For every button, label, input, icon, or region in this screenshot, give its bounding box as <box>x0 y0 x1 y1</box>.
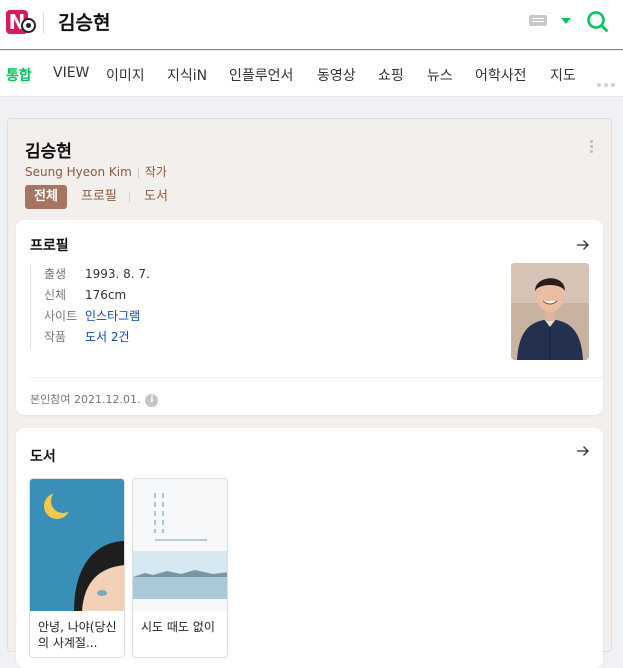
profile-card-title[interactable]: 프로필 <box>30 235 69 255</box>
book-title: 안녕, 나야(당신의 사계절... <box>38 620 117 650</box>
soccer-ball-icon <box>21 18 36 33</box>
book-title: 시도 때도 없이 <box>141 620 215 634</box>
arrow-right-icon[interactable] <box>576 238 590 252</box>
owner-participation-text: 본인참여 2021.12.01. <box>30 393 141 406</box>
books-card: 도서 안녕, 나야(당신의 사계절... 시도 때도 없이 <box>16 428 603 668</box>
profile-card: 프로필 출생 1993. 8. 7. 신체 176cm 사이트 인스타그램 작품 도서 … <box>16 220 603 415</box>
profile-info-list: 출생 1993. 8. 7. 신체 176cm 사이트 인스타그램 작품 도서 2건 <box>30 265 150 349</box>
info-row-site: 사이트 인스타그램 <box>44 307 150 328</box>
book-cover <box>30 479 124 611</box>
header-divider <box>43 12 44 34</box>
info-row-body: 신체 176cm <box>44 286 150 307</box>
info-value: 176cm <box>85 288 127 302</box>
person-subtitle: Seung Hyeon Kim 작가 <box>25 163 167 180</box>
tab-images[interactable]: 이미지 <box>106 65 145 85</box>
info-label: 사이트 <box>44 309 78 323</box>
subtab-books[interactable]: 도서 <box>144 185 168 209</box>
book-item[interactable]: 안녕, 나야(당신의 사계절... <box>29 478 125 658</box>
info-row-works: 작품 도서 2건 <box>44 328 150 349</box>
subtab-profile[interactable]: 프로필 <box>81 185 117 209</box>
tab-shopping[interactable]: 쇼핑 <box>378 65 404 85</box>
owner-participation: 본인참여 2021.12.01. i <box>30 391 159 407</box>
tab-influencer[interactable]: 인플루언서 <box>229 65 293 85</box>
profile-card-divider <box>30 377 603 378</box>
knowledge-panel: 김승현 Seung Hyeon Kim 작가 전체 프로필 도서 프로필 출생 19… <box>7 118 612 668</box>
info-value: 1993. 8. 7. <box>85 267 150 281</box>
search-icon[interactable] <box>586 10 608 32</box>
person-occupation: 작가 <box>144 165 167 179</box>
books-card-title[interactable]: 도서 <box>30 446 56 466</box>
arrow-right-icon[interactable] <box>576 444 590 458</box>
works-link[interactable]: 도서 2건 <box>85 330 130 344</box>
search-query[interactable]: 김승현 <box>58 8 110 35</box>
tab-integrated[interactable]: 통합 <box>6 65 32 85</box>
tab-view[interactable]: VIEW <box>53 65 89 81</box>
info-label: 작품 <box>44 330 67 344</box>
tab-dictionary[interactable]: 어학사전 <box>475 65 527 85</box>
more-options-icon[interactable] <box>590 140 594 153</box>
naver-logo[interactable]: N <box>6 8 36 36</box>
top-header: N 김승현 <box>0 0 623 50</box>
info-row-birth: 출생 1993. 8. 7. <box>44 265 150 286</box>
search-tabs: 통합 VIEW 이미지 지식iN 인플루언서 동영상 쇼핑 뉴스 어학사전 지도 <box>0 51 623 97</box>
book-cover <box>133 479 227 611</box>
profile-photo[interactable] <box>511 263 589 360</box>
keyboard-icon[interactable] <box>529 15 547 26</box>
info-label: 신체 <box>44 288 67 302</box>
tab-video[interactable]: 동영상 <box>317 65 356 85</box>
dropdown-triangle-icon[interactable] <box>561 18 571 24</box>
subtab-divider <box>129 192 130 203</box>
tab-map[interactable]: 지도 <box>550 65 576 85</box>
person-name-english: Seung Hyeon Kim <box>25 165 132 179</box>
person-name: 김승현 <box>25 142 72 162</box>
info-label: 출생 <box>44 267 67 281</box>
instagram-link[interactable]: 인스타그램 <box>85 309 140 323</box>
subtab-all[interactable]: 전체 <box>25 185 67 209</box>
tab-kin[interactable]: 지식iN <box>167 65 207 85</box>
tab-news[interactable]: 뉴스 <box>427 65 453 85</box>
book-item[interactable]: 시도 때도 없이 <box>132 478 228 658</box>
info-icon[interactable]: i <box>145 393 159 407</box>
more-tabs-icon[interactable] <box>597 72 619 87</box>
